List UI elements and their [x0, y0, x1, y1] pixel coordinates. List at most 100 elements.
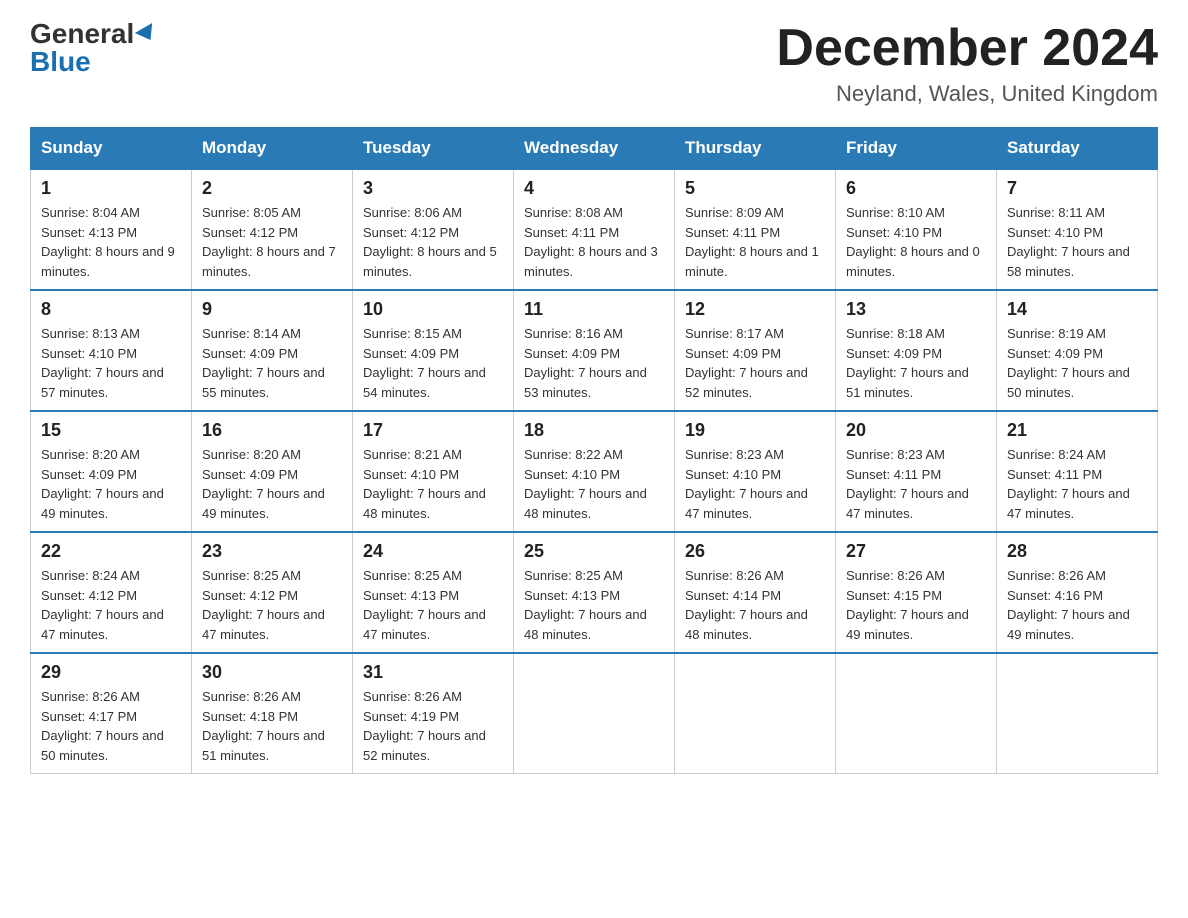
day-number: 1	[41, 178, 181, 199]
day-info: Sunrise: 8:06 AMSunset: 4:12 PMDaylight:…	[363, 203, 503, 281]
day-info: Sunrise: 8:17 AMSunset: 4:09 PMDaylight:…	[685, 324, 825, 402]
day-number: 30	[202, 662, 342, 683]
weekday-header-wednesday: Wednesday	[514, 128, 675, 170]
day-info: Sunrise: 8:18 AMSunset: 4:09 PMDaylight:…	[846, 324, 986, 402]
day-info: Sunrise: 8:10 AMSunset: 4:10 PMDaylight:…	[846, 203, 986, 281]
calendar-cell: 15 Sunrise: 8:20 AMSunset: 4:09 PMDaylig…	[31, 411, 192, 532]
logo-triangle-icon	[135, 23, 159, 45]
day-info: Sunrise: 8:23 AMSunset: 4:11 PMDaylight:…	[846, 445, 986, 523]
calendar-cell	[836, 653, 997, 774]
calendar-cell: 14 Sunrise: 8:19 AMSunset: 4:09 PMDaylig…	[997, 290, 1158, 411]
day-info: Sunrise: 8:26 AMSunset: 4:17 PMDaylight:…	[41, 687, 181, 765]
day-number: 10	[363, 299, 503, 320]
calendar-cell: 3 Sunrise: 8:06 AMSunset: 4:12 PMDayligh…	[353, 169, 514, 290]
calendar-cell: 1 Sunrise: 8:04 AMSunset: 4:13 PMDayligh…	[31, 169, 192, 290]
day-info: Sunrise: 8:26 AMSunset: 4:15 PMDaylight:…	[846, 566, 986, 644]
day-info: Sunrise: 8:24 AMSunset: 4:12 PMDaylight:…	[41, 566, 181, 644]
weekday-header-row: SundayMondayTuesdayWednesdayThursdayFrid…	[31, 128, 1158, 170]
logo: General Blue	[30, 20, 157, 76]
day-number: 9	[202, 299, 342, 320]
calendar-cell: 20 Sunrise: 8:23 AMSunset: 4:11 PMDaylig…	[836, 411, 997, 532]
calendar-cell: 27 Sunrise: 8:26 AMSunset: 4:15 PMDaylig…	[836, 532, 997, 653]
day-info: Sunrise: 8:04 AMSunset: 4:13 PMDaylight:…	[41, 203, 181, 281]
day-info: Sunrise: 8:09 AMSunset: 4:11 PMDaylight:…	[685, 203, 825, 281]
week-row-4: 22 Sunrise: 8:24 AMSunset: 4:12 PMDaylig…	[31, 532, 1158, 653]
day-number: 5	[685, 178, 825, 199]
calendar-cell: 8 Sunrise: 8:13 AMSunset: 4:10 PMDayligh…	[31, 290, 192, 411]
month-title: December 2024	[776, 20, 1158, 77]
week-row-3: 15 Sunrise: 8:20 AMSunset: 4:09 PMDaylig…	[31, 411, 1158, 532]
day-number: 4	[524, 178, 664, 199]
day-info: Sunrise: 8:14 AMSunset: 4:09 PMDaylight:…	[202, 324, 342, 402]
calendar-cell: 31 Sunrise: 8:26 AMSunset: 4:19 PMDaylig…	[353, 653, 514, 774]
calendar-cell: 28 Sunrise: 8:26 AMSunset: 4:16 PMDaylig…	[997, 532, 1158, 653]
calendar-cell: 2 Sunrise: 8:05 AMSunset: 4:12 PMDayligh…	[192, 169, 353, 290]
day-info: Sunrise: 8:26 AMSunset: 4:14 PMDaylight:…	[685, 566, 825, 644]
day-info: Sunrise: 8:15 AMSunset: 4:09 PMDaylight:…	[363, 324, 503, 402]
location-text: Neyland, Wales, United Kingdom	[776, 81, 1158, 107]
calendar-cell: 26 Sunrise: 8:26 AMSunset: 4:14 PMDaylig…	[675, 532, 836, 653]
calendar-cell	[997, 653, 1158, 774]
day-number: 3	[363, 178, 503, 199]
day-number: 24	[363, 541, 503, 562]
calendar-cell: 23 Sunrise: 8:25 AMSunset: 4:12 PMDaylig…	[192, 532, 353, 653]
week-row-2: 8 Sunrise: 8:13 AMSunset: 4:10 PMDayligh…	[31, 290, 1158, 411]
calendar-cell: 12 Sunrise: 8:17 AMSunset: 4:09 PMDaylig…	[675, 290, 836, 411]
day-number: 12	[685, 299, 825, 320]
weekday-header-friday: Friday	[836, 128, 997, 170]
calendar-cell: 6 Sunrise: 8:10 AMSunset: 4:10 PMDayligh…	[836, 169, 997, 290]
weekday-header-thursday: Thursday	[675, 128, 836, 170]
day-number: 18	[524, 420, 664, 441]
day-number: 16	[202, 420, 342, 441]
day-number: 28	[1007, 541, 1147, 562]
calendar-cell: 18 Sunrise: 8:22 AMSunset: 4:10 PMDaylig…	[514, 411, 675, 532]
day-number: 11	[524, 299, 664, 320]
day-number: 26	[685, 541, 825, 562]
calendar-cell: 21 Sunrise: 8:24 AMSunset: 4:11 PMDaylig…	[997, 411, 1158, 532]
day-info: Sunrise: 8:25 AMSunset: 4:12 PMDaylight:…	[202, 566, 342, 644]
day-number: 6	[846, 178, 986, 199]
day-number: 8	[41, 299, 181, 320]
calendar-cell	[675, 653, 836, 774]
day-info: Sunrise: 8:20 AMSunset: 4:09 PMDaylight:…	[41, 445, 181, 523]
day-info: Sunrise: 8:13 AMSunset: 4:10 PMDaylight:…	[41, 324, 181, 402]
day-info: Sunrise: 8:26 AMSunset: 4:19 PMDaylight:…	[363, 687, 503, 765]
day-number: 21	[1007, 420, 1147, 441]
day-info: Sunrise: 8:19 AMSunset: 4:09 PMDaylight:…	[1007, 324, 1147, 402]
day-info: Sunrise: 8:23 AMSunset: 4:10 PMDaylight:…	[685, 445, 825, 523]
day-number: 17	[363, 420, 503, 441]
calendar-cell: 24 Sunrise: 8:25 AMSunset: 4:13 PMDaylig…	[353, 532, 514, 653]
weekday-header-saturday: Saturday	[997, 128, 1158, 170]
day-number: 20	[846, 420, 986, 441]
day-info: Sunrise: 8:25 AMSunset: 4:13 PMDaylight:…	[363, 566, 503, 644]
calendar-cell: 19 Sunrise: 8:23 AMSunset: 4:10 PMDaylig…	[675, 411, 836, 532]
day-info: Sunrise: 8:24 AMSunset: 4:11 PMDaylight:…	[1007, 445, 1147, 523]
day-number: 15	[41, 420, 181, 441]
day-number: 27	[846, 541, 986, 562]
calendar-cell: 17 Sunrise: 8:21 AMSunset: 4:10 PMDaylig…	[353, 411, 514, 532]
day-number: 29	[41, 662, 181, 683]
calendar-cell: 29 Sunrise: 8:26 AMSunset: 4:17 PMDaylig…	[31, 653, 192, 774]
day-number: 31	[363, 662, 503, 683]
page-header: General Blue December 2024 Neyland, Wale…	[30, 20, 1158, 107]
weekday-header-sunday: Sunday	[31, 128, 192, 170]
day-info: Sunrise: 8:05 AMSunset: 4:12 PMDaylight:…	[202, 203, 342, 281]
day-info: Sunrise: 8:20 AMSunset: 4:09 PMDaylight:…	[202, 445, 342, 523]
calendar-cell	[514, 653, 675, 774]
day-number: 2	[202, 178, 342, 199]
day-number: 14	[1007, 299, 1147, 320]
calendar-cell: 30 Sunrise: 8:26 AMSunset: 4:18 PMDaylig…	[192, 653, 353, 774]
day-info: Sunrise: 8:21 AMSunset: 4:10 PMDaylight:…	[363, 445, 503, 523]
day-info: Sunrise: 8:16 AMSunset: 4:09 PMDaylight:…	[524, 324, 664, 402]
week-row-1: 1 Sunrise: 8:04 AMSunset: 4:13 PMDayligh…	[31, 169, 1158, 290]
weekday-header-tuesday: Tuesday	[353, 128, 514, 170]
logo-blue-text: Blue	[30, 48, 91, 76]
day-info: Sunrise: 8:22 AMSunset: 4:10 PMDaylight:…	[524, 445, 664, 523]
day-info: Sunrise: 8:11 AMSunset: 4:10 PMDaylight:…	[1007, 203, 1147, 281]
day-number: 23	[202, 541, 342, 562]
day-info: Sunrise: 8:26 AMSunset: 4:16 PMDaylight:…	[1007, 566, 1147, 644]
day-number: 19	[685, 420, 825, 441]
calendar-cell: 11 Sunrise: 8:16 AMSunset: 4:09 PMDaylig…	[514, 290, 675, 411]
weekday-header-monday: Monday	[192, 128, 353, 170]
week-row-5: 29 Sunrise: 8:26 AMSunset: 4:17 PMDaylig…	[31, 653, 1158, 774]
